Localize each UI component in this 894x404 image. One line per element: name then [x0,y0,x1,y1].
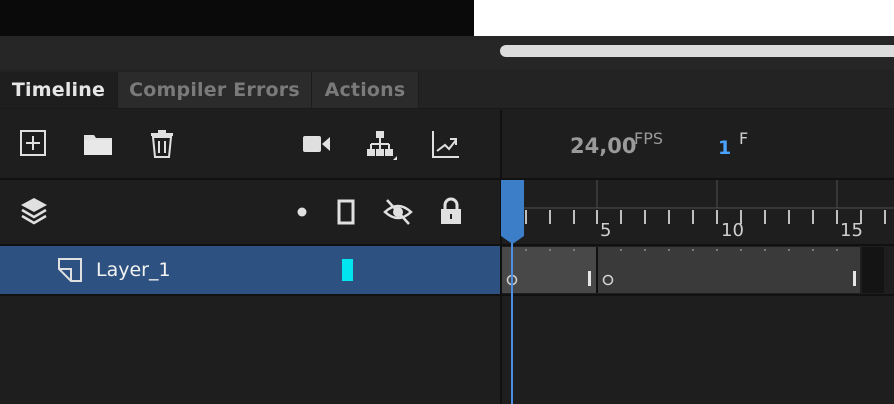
ruler-label-5: 5 [600,220,612,241]
frame-markers [502,247,894,293]
empty-layer-area [0,296,894,404]
outline-icon[interactable] [337,199,355,225]
tab-timeline[interactable]: Timeline [0,72,118,108]
frame-ruler[interactable] [502,180,894,244]
stage-canvas[interactable] [474,0,894,36]
frame-unit-label: F [739,129,749,148]
new-layer-icon[interactable] [20,130,46,156]
panel-divider[interactable] [500,110,502,404]
graph-icon[interactable] [431,131,459,159]
layers-icon[interactable] [20,197,48,227]
layer-color-swatch[interactable] [342,259,353,281]
visibility-off-icon[interactable] [383,197,413,227]
playhead[interactable] [501,180,524,244]
fps-value[interactable]: 24,00 [570,134,636,158]
tab-actions[interactable]: Actions [312,72,419,108]
layer-parenting-icon[interactable] [367,130,397,160]
horizontal-scrollbar[interactable] [500,45,894,57]
fps-unit-label: FPS [634,129,664,148]
stage-area [0,0,474,36]
ruler-label-10: 10 [721,220,744,241]
dot-icon[interactable] [297,207,307,217]
delete-icon[interactable] [150,130,174,158]
layer-header [0,180,500,244]
layer-icon [58,258,82,282]
camera-icon[interactable] [303,135,331,153]
new-folder-icon[interactable] [83,132,113,156]
playhead-line [511,230,513,404]
current-frame-value[interactable]: 1 [718,137,731,159]
tab-compiler-errors[interactable]: Compiler Errors [118,72,312,108]
lock-icon[interactable] [440,197,462,225]
ruler-label-15: 15 [840,220,863,241]
layer-name[interactable]: Layer_1 [96,259,171,281]
